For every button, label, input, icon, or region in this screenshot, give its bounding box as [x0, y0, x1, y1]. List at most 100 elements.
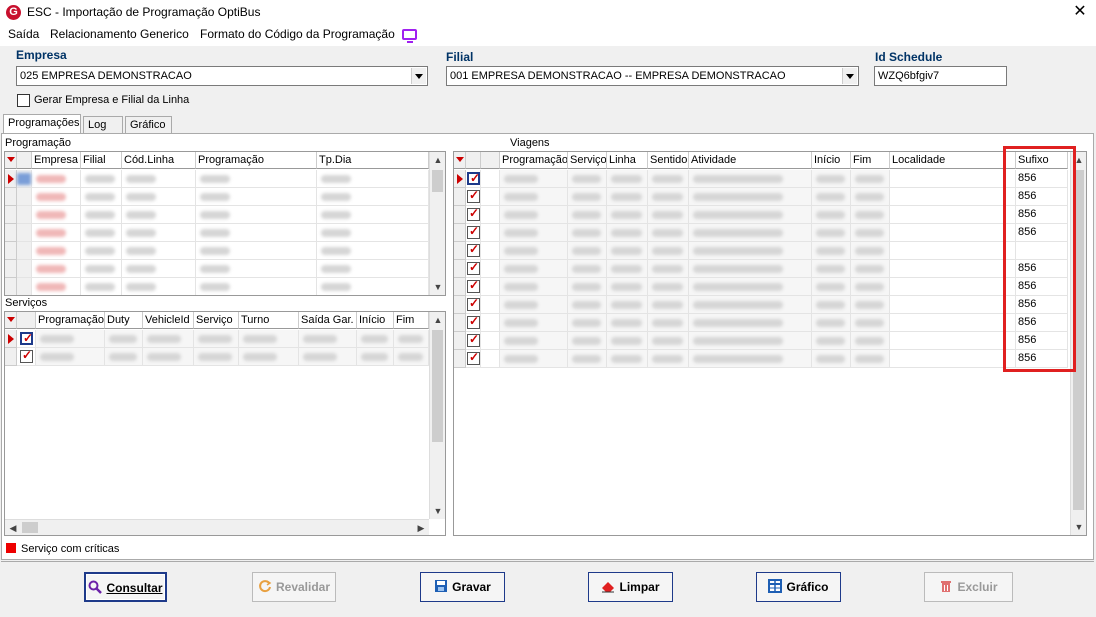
col-header-inicio[interactable]: Início: [812, 152, 851, 169]
empresa-select[interactable]: 025 EMPRESA DEMONSTRACAO: [16, 66, 428, 86]
row-indicator[interactable]: [454, 278, 466, 296]
menu-relacionamento-generico[interactable]: Relacionamento Generico: [50, 27, 189, 41]
row-indicator[interactable]: [5, 188, 17, 206]
table-row[interactable]: [454, 242, 1086, 260]
consultar-button[interactable]: Consultar: [84, 572, 167, 602]
scroll-up-icon[interactable]: ▲: [430, 312, 445, 328]
menu-formato-codigo[interactable]: Formato do Código da Programação: [200, 27, 395, 41]
row-checkbox[interactable]: [467, 278, 480, 293]
tab-grafico[interactable]: Gráfico: [125, 116, 172, 134]
table-row[interactable]: 856: [454, 296, 1086, 314]
table-row[interactable]: 856: [454, 260, 1086, 278]
table-row[interactable]: [5, 170, 445, 188]
row-checkbox[interactable]: [467, 224, 480, 239]
row-indicator[interactable]: [454, 260, 466, 278]
filial-select[interactable]: 001 EMPRESA DEMONSTRACAO -- EMPRESA DEMO…: [446, 66, 859, 86]
table-row[interactable]: [5, 330, 445, 348]
servicos-scrollbar-h[interactable]: ◀ ▶: [5, 519, 429, 535]
row-indicator[interactable]: [454, 170, 466, 188]
monitor-icon[interactable]: [402, 29, 417, 43]
col-header-programacao[interactable]: Programação: [36, 312, 105, 329]
col-header-servico[interactable]: Serviço: [194, 312, 239, 329]
row-indicator[interactable]: [454, 350, 466, 368]
row-indicator[interactable]: [454, 188, 466, 206]
col-header-saida-gar[interactable]: Saída Gar.: [299, 312, 357, 329]
row-checkbox[interactable]: [467, 332, 480, 347]
scroll-thumb[interactable]: [432, 330, 443, 442]
col-header-programacao[interactable]: Programação: [196, 152, 317, 169]
table-row[interactable]: 856: [454, 278, 1086, 296]
scroll-down-icon[interactable]: ▼: [430, 503, 445, 519]
row-checkbox[interactable]: [467, 350, 480, 365]
row-indicator[interactable]: [5, 242, 17, 260]
close-button[interactable]: ✕: [1070, 2, 1090, 22]
row-checkbox[interactable]: [467, 171, 480, 185]
schedule-input[interactable]: WZQ6bfgiv7: [874, 66, 1007, 86]
col-header-duty[interactable]: Duty: [105, 312, 143, 329]
table-row[interactable]: 856: [454, 314, 1086, 332]
col-header-programacao[interactable]: Programação: [500, 152, 568, 169]
row-checkbox[interactable]: [467, 260, 480, 275]
col-header-cod-linha[interactable]: Cód.Linha: [122, 152, 196, 169]
table-row[interactable]: [5, 242, 445, 260]
excluir-button[interactable]: Excluir: [924, 572, 1013, 602]
row-checkbox[interactable]: [20, 331, 33, 345]
col-header-linha[interactable]: Linha: [607, 152, 648, 169]
scroll-right-icon[interactable]: ▶: [413, 520, 429, 535]
table-row[interactable]: [5, 206, 445, 224]
row-checkbox[interactable]: [20, 348, 33, 363]
col-header-localidade[interactable]: Localidade: [890, 152, 1016, 169]
scroll-up-icon[interactable]: ▲: [430, 152, 445, 168]
col-header-atividade[interactable]: Atividade: [689, 152, 812, 169]
col-header-servico[interactable]: Serviço: [568, 152, 607, 169]
row-indicator[interactable]: [454, 296, 466, 314]
scroll-thumb[interactable]: [22, 522, 38, 533]
table-row[interactable]: [5, 348, 445, 366]
table-row[interactable]: [5, 278, 445, 295]
row-checkbox[interactable]: [467, 242, 480, 257]
col-header-filial[interactable]: Filial: [81, 152, 122, 169]
table-row[interactable]: 856: [454, 188, 1086, 206]
row-indicator[interactable]: [5, 206, 17, 224]
row-indicator[interactable]: [454, 224, 466, 242]
row-indicator[interactable]: [5, 348, 17, 366]
row-checkbox[interactable]: [467, 296, 480, 311]
programacao-scrollbar[interactable]: ▲ ▼: [429, 152, 445, 295]
table-row[interactable]: 856: [454, 224, 1086, 242]
table-row[interactable]: 856: [454, 332, 1086, 350]
row-checkbox[interactable]: [467, 188, 480, 203]
row-indicator[interactable]: [454, 332, 466, 350]
col-header-vehicle-id[interactable]: VehicleId: [143, 312, 194, 329]
row-indicator[interactable]: [454, 314, 466, 332]
col-header-fim[interactable]: Fim: [851, 152, 890, 169]
menu-saida[interactable]: Saída: [8, 27, 39, 41]
col-header-inicio[interactable]: Início: [357, 312, 394, 329]
row-checkbox[interactable]: [467, 206, 480, 221]
col-header-turno[interactable]: Turno: [239, 312, 299, 329]
grafico-button[interactable]: Gráfico: [756, 572, 841, 602]
chevron-down-icon[interactable]: [842, 68, 857, 84]
row-indicator[interactable]: [5, 260, 17, 278]
scroll-thumb[interactable]: [432, 170, 443, 192]
table-row[interactable]: [5, 224, 445, 242]
row-indicator[interactable]: [454, 242, 466, 260]
row-indicator[interactable]: [5, 224, 17, 242]
row-indicator[interactable]: [454, 206, 466, 224]
scroll-down-icon[interactable]: ▼: [1071, 519, 1086, 535]
col-header-fim[interactable]: Fim: [394, 312, 429, 329]
row-checkbox[interactable]: [467, 314, 480, 329]
table-row[interactable]: 856: [454, 350, 1086, 368]
limpar-button[interactable]: Limpar: [588, 572, 673, 602]
revalidar-button[interactable]: Revalidar: [252, 572, 336, 602]
tab-programacoes[interactable]: Programações: [3, 114, 81, 134]
row-indicator[interactable]: [5, 330, 17, 348]
gravar-button[interactable]: Gravar: [420, 572, 505, 602]
row-indicator[interactable]: [5, 278, 17, 295]
row-indicator[interactable]: [5, 170, 17, 188]
chevron-down-icon[interactable]: [411, 68, 426, 84]
table-row[interactable]: 856: [454, 206, 1086, 224]
table-row[interactable]: [5, 260, 445, 278]
tab-log[interactable]: Log: [83, 116, 123, 134]
servicos-scrollbar-v[interactable]: ▲ ▼: [429, 312, 445, 519]
col-header-tp-dia[interactable]: Tp.Dia: [317, 152, 429, 169]
